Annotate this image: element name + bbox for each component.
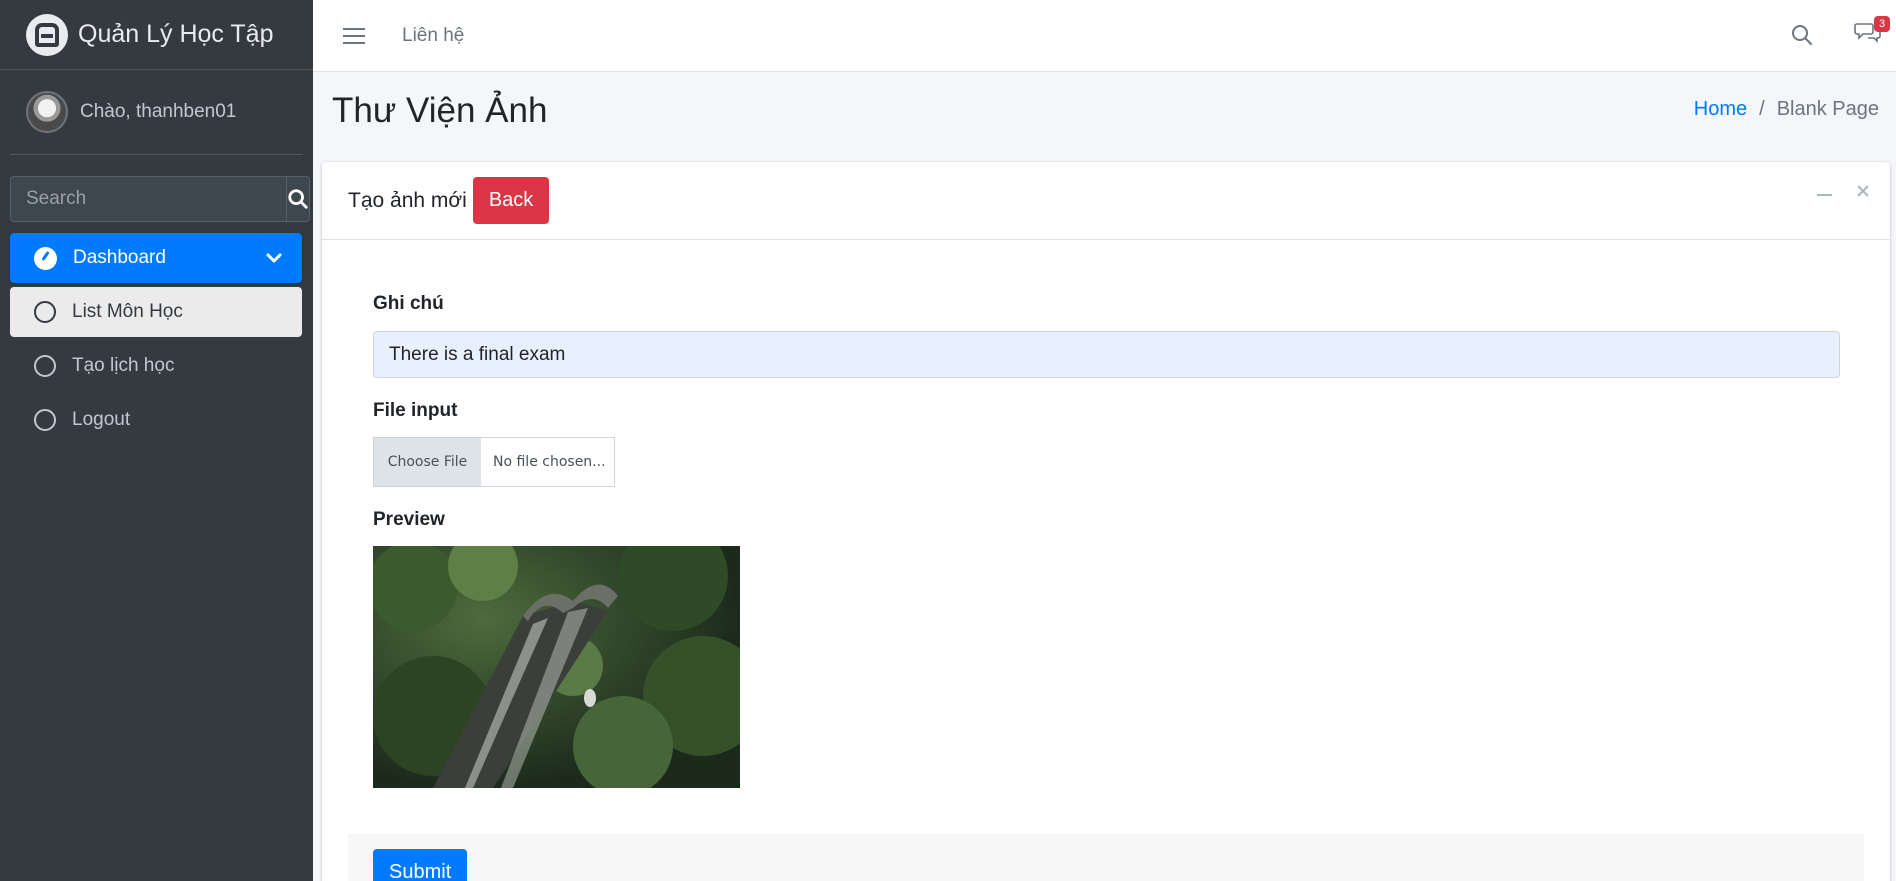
sidebar-nav: Dashboard List Môn Học Tạo lịch học Logo… [10,233,302,449]
app-logo-icon [26,13,68,56]
close-icon[interactable] [1856,184,1870,198]
sidebar-item-dashboard[interactable]: Dashboard [10,233,302,283]
preview-label: Preview [373,509,445,530]
sidebar-search-input[interactable] [10,176,286,222]
preview-image [373,546,740,788]
notification-badge: 3 [1874,16,1890,32]
avatar[interactable] [26,91,68,133]
user-greeting[interactable]: Chào, thanhben01 [80,101,236,123]
sidebar-search [10,176,310,222]
user-panel: Chào, thanhben01 [10,70,303,155]
breadcrumb: Home / Blank Page [1694,98,1879,121]
top-navbar: Liên hệ 3 [313,0,1896,72]
sidebar-item-label: Tạo lịch học [72,355,175,376]
circle-icon [34,355,56,377]
contact-link[interactable]: Liên hệ [402,25,464,47]
choose-file-button[interactable]: Choose File [374,438,481,486]
breadcrumb-current: Blank Page [1776,98,1879,120]
page-title: Thư Viện Ảnh [332,91,548,130]
note-label: Ghi chú [373,293,444,314]
note-input[interactable] [373,331,1840,378]
file-input-label: File input [373,400,458,421]
breadcrumb-separator: / [1759,98,1765,120]
sidebar-item-label: List Môn Học [72,301,183,322]
circle-icon [34,409,56,431]
brand-link[interactable]: Quản Lý Học Tập [0,0,313,70]
chevron-down-icon [266,253,282,263]
sidebar-item-label: Dashboard [73,247,166,268]
breadcrumb-home[interactable]: Home [1694,98,1747,121]
sidebar-item-logout[interactable]: Logout [10,395,302,445]
sidebar-item-tao-lich-hoc[interactable]: Tạo lịch học [10,341,302,391]
file-input[interactable]: Choose File No file chosen... [373,437,615,487]
sidebar: Quản Lý Học Tập Chào, thanhben01 Dashboa… [0,0,313,881]
menu-toggle-icon[interactable] [343,27,365,44]
search-icon[interactable] [1790,23,1814,47]
file-status: No file chosen... [493,454,606,470]
navbar-right: 3 [1790,16,1890,49]
circle-icon [34,301,56,323]
brand-name: Quản Lý Học Tập [78,20,274,48]
sidebar-item-list-mon-hoc[interactable]: List Môn Học [10,287,302,337]
collapse-icon[interactable] [1817,194,1832,196]
sidebar-item-label: Logout [72,409,131,430]
sidebar-search-button[interactable] [286,176,310,222]
tunnel-photo [373,546,740,788]
create-image-card: Tạo ảnh mới Back Ghi chú File input Choo… [322,162,1890,881]
dashboard-gauge-icon [34,246,57,270]
card-header: Tạo ảnh mới Back [322,162,1890,240]
submit-button[interactable]: Submit [373,849,468,881]
card-tools [1817,184,1870,198]
messages-button[interactable]: 3 [1854,16,1890,49]
card-title: Tạo ảnh mới [348,188,467,212]
search-icon [288,189,308,209]
back-button[interactable]: Back [472,177,550,224]
card-footer: Submit [348,834,1864,881]
